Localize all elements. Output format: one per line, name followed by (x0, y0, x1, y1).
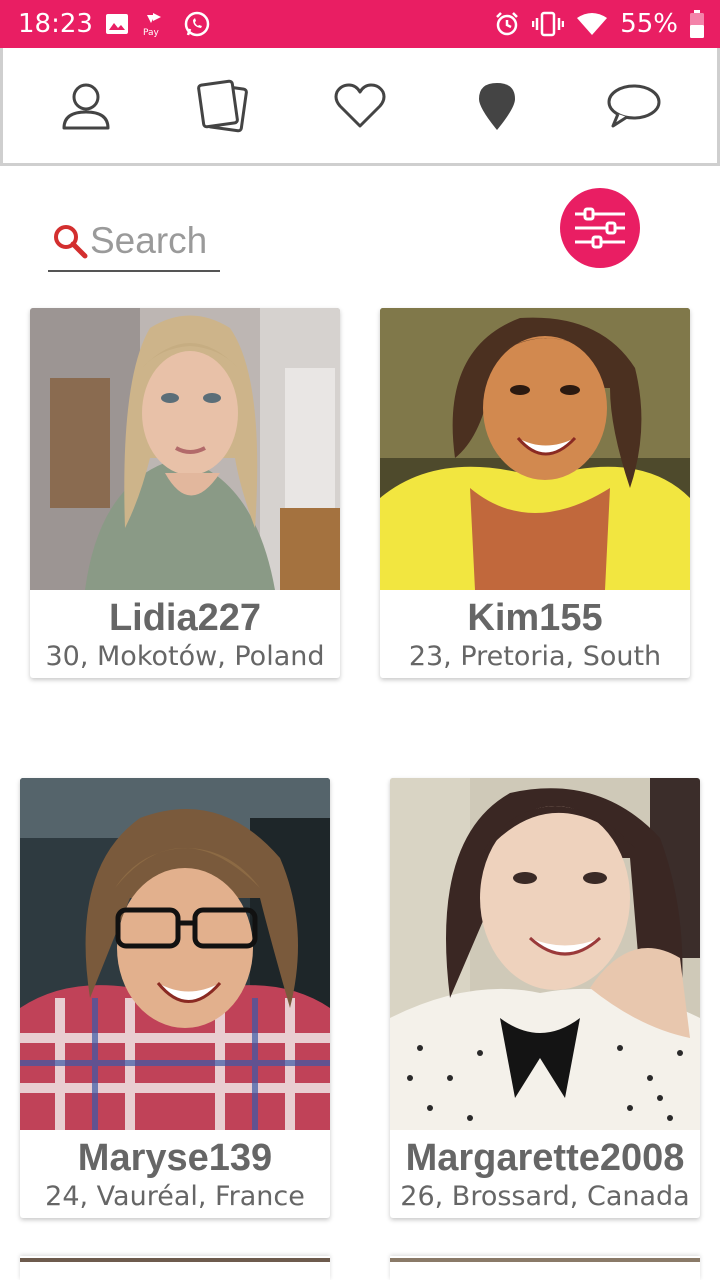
profile-name: Maryse139 (77, 1137, 273, 1179)
profile-card[interactable]: Maryse139 24, Vauréal, France (20, 778, 330, 1218)
profile-card-peek[interactable] (20, 1256, 330, 1280)
nav-likes[interactable] (315, 66, 405, 146)
profile-name: Margarette2008 (405, 1137, 685, 1179)
profile-info: Lidia227 30, Mokotów, Poland (30, 590, 340, 678)
profile-photo (20, 778, 330, 1130)
cards-icon (196, 79, 248, 132)
profile-location: 23, Pretoria, South (408, 641, 662, 672)
search-bar (48, 212, 220, 272)
location-pin-icon (479, 82, 516, 130)
nav-bar (0, 48, 720, 166)
nav-messages[interactable] (589, 66, 679, 146)
search-icon (48, 223, 90, 259)
profile-photo (390, 778, 700, 1130)
profile-card-peek[interactable] (390, 1256, 700, 1280)
battery-icon (690, 10, 704, 38)
battery-percent: 55% (620, 9, 678, 39)
profile-icon (62, 83, 110, 129)
profile-location: 26, Brossard, Canada (400, 1181, 690, 1212)
status-bar: 18:23 Pay 55% (0, 0, 720, 48)
status-right: 55% (494, 9, 704, 39)
pay-icon: Pay (141, 11, 171, 37)
profile-name: Lidia227 (108, 597, 262, 639)
whatsapp-icon (183, 10, 211, 38)
photo-edge (20, 1258, 330, 1262)
sliders-icon (575, 207, 625, 249)
nav-cards[interactable] (178, 66, 268, 146)
profile-card[interactable]: Margarette2008 26, Brossard, Canada (390, 778, 700, 1218)
image-icon (105, 13, 129, 35)
status-time: 18:23 (18, 9, 93, 39)
chat-icon (607, 84, 661, 127)
nav-profile[interactable] (41, 66, 131, 146)
search-input[interactable] (90, 214, 215, 268)
alarm-icon (494, 11, 520, 37)
filter-button[interactable] (560, 188, 640, 268)
wifi-icon (576, 12, 608, 36)
vibrate-icon (532, 11, 565, 37)
profile-info: Kim155 23, Pretoria, South (380, 590, 690, 678)
heart-icon (334, 83, 386, 127)
profile-photo (30, 308, 340, 590)
svg-text:Pay: Pay (143, 28, 160, 37)
profile-location: 24, Vauréal, France (45, 1181, 305, 1212)
photo-edge (390, 1258, 700, 1262)
profile-info: Margarette2008 26, Brossard, Canada (390, 1130, 700, 1218)
profile-card[interactable]: Kim155 23, Pretoria, South (380, 308, 690, 678)
profile-location: 30, Mokotów, Poland (45, 641, 325, 672)
profile-name: Kim155 (467, 597, 603, 639)
profile-card[interactable]: Lidia227 30, Mokotów, Poland (30, 308, 340, 678)
profile-info: Maryse139 24, Vauréal, France (20, 1130, 330, 1218)
profile-photo (380, 308, 690, 590)
nav-nearby[interactable] (452, 66, 542, 146)
status-left: 18:23 Pay (18, 9, 211, 39)
